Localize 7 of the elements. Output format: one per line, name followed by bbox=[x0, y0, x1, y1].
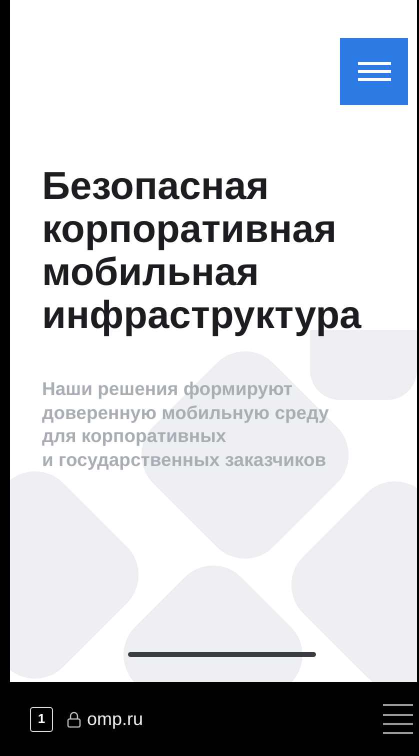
lock-icon bbox=[67, 710, 81, 728]
tab-count-button[interactable]: 1 bbox=[30, 706, 53, 732]
address-text[interactable]: omp.ru bbox=[87, 706, 144, 732]
hero-title: Безопасная корпоративная мобильная инфраструктура bbox=[42, 165, 362, 337]
hero-subtitle: Наши решения формируют доверенную мобильную среду для корпоративных и государственных заказчиков bbox=[42, 377, 330, 471]
menu-button[interactable] bbox=[340, 38, 408, 105]
menu-icon[interactable] bbox=[383, 703, 413, 735]
